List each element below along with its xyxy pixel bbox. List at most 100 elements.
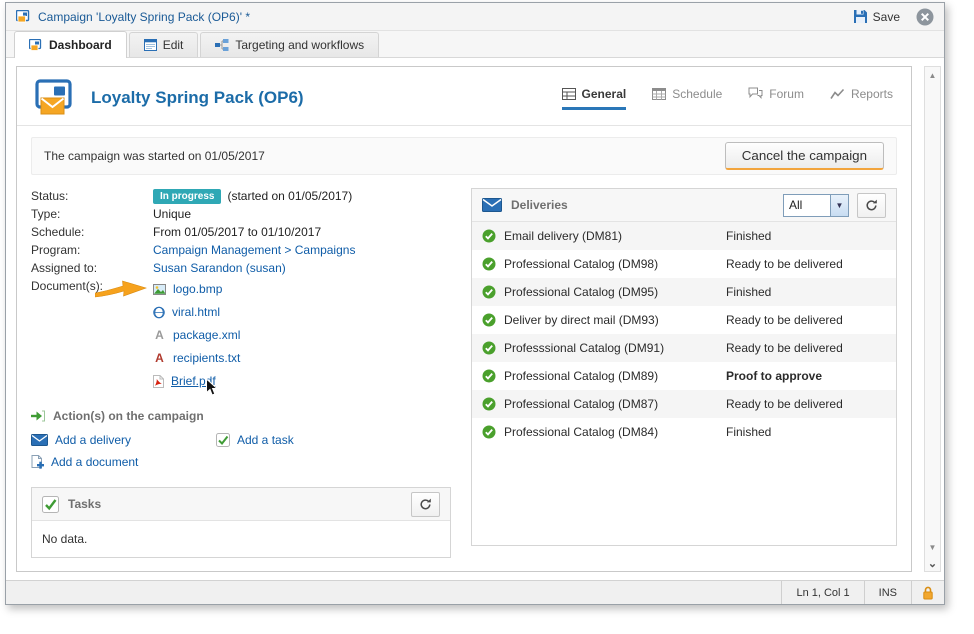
deliveries-title: Deliveries (511, 198, 568, 212)
insert-mode-indicator: INS (864, 581, 911, 604)
title-bar: Campaign 'Loyalty Spring Pack (OP6)' * S… (6, 3, 944, 31)
add-document-link[interactable]: Add a document (31, 455, 216, 469)
actions-title: Action(s) on the campaign (53, 409, 204, 423)
status-row: Status: In progress(started on 01/05/201… (31, 188, 451, 205)
deliveries-refresh-button[interactable] (857, 193, 886, 218)
assigned-link[interactable]: Susan Sarandon (susan) (153, 260, 286, 277)
deliveries-panel: Deliveries All ▼ (471, 188, 897, 546)
delivery-ok-icon (482, 341, 496, 355)
nav-tab-general[interactable]: General (562, 87, 627, 110)
delivery-status: Ready to be delivered (726, 341, 886, 355)
document-link[interactable]: Brief.pdf (171, 373, 216, 390)
actions-links: Add a delivery Add a task Add a document (31, 433, 451, 469)
tasks-panel: Tasks No data. (31, 487, 451, 558)
edit-form-icon (144, 39, 157, 51)
delivery-ok-icon (482, 425, 496, 439)
document-link[interactable]: package.xml (173, 327, 240, 344)
delivery-ok-icon (482, 229, 496, 243)
delivery-row[interactable]: Professional Catalog (DM98) Ready to be … (472, 250, 896, 278)
document-link[interactable]: recipients.txt (173, 350, 240, 367)
vertical-scrollbar[interactable]: ▲ ▼ ⌄ (924, 66, 941, 572)
page-title: Loyalty Spring Pack (OP6) (91, 88, 304, 108)
lock-icon (922, 586, 934, 600)
tab-dashboard[interactable]: Dashboard (14, 31, 127, 58)
nav-reports-label: Reports (851, 87, 893, 101)
delivery-row[interactable]: Professsional Catalog (DM91) Ready to be… (472, 334, 896, 362)
deliveries-envelope-icon (482, 198, 502, 212)
html-file-icon (153, 306, 165, 319)
deliveries-header: Deliveries All ▼ (472, 189, 896, 222)
documents-list: logo.bmp viral.html A package.xml (153, 278, 240, 393)
delivery-name: Professsional Catalog (DM91) (504, 341, 726, 355)
delivery-status: Finished (726, 425, 886, 439)
save-button[interactable]: Save (853, 9, 900, 24)
delivery-status: Ready to be delivered (726, 257, 886, 271)
header-divider (17, 125, 911, 126)
lock-indicator (911, 581, 944, 604)
type-row: Type: Unique (31, 206, 451, 223)
type-label: Type: (31, 206, 153, 223)
add-delivery-link[interactable]: Add a delivery (31, 433, 216, 447)
status-value: In progress(started on 01/05/2017) (153, 188, 352, 205)
document-item: A package.xml (153, 324, 240, 347)
tab-targeting-workflows[interactable]: Targeting and workflows (200, 32, 379, 57)
delivery-row[interactable]: Deliver by direct mail (DM93) Ready to b… (472, 306, 896, 334)
scroll-down-arrow[interactable]: ▼ (925, 539, 940, 555)
dashboard-panel: Loyalty Spring Pack (OP6) General Schedu… (16, 66, 912, 572)
document-plus-icon (31, 455, 44, 469)
schedule-icon (652, 87, 666, 100)
delivery-ok-icon (482, 369, 496, 383)
delivery-name: Professional Catalog (DM98) (504, 257, 726, 271)
delivery-row[interactable]: Professional Catalog (DM87) Ready to be … (472, 390, 896, 418)
document-item: logo.bmp (153, 278, 240, 301)
add-task-link[interactable]: Add a task (216, 433, 401, 447)
filter-selected-value: All (784, 198, 830, 212)
scroll-bottom-chevron-icon[interactable]: ⌄ (925, 555, 940, 571)
delivery-row[interactable]: Professional Catalog (DM84) Finished (472, 418, 896, 446)
delivery-row[interactable]: Professional Catalog (DM95) Finished (472, 278, 896, 306)
tasks-refresh-button[interactable] (411, 492, 440, 517)
cancel-campaign-button[interactable]: Cancel the campaign (725, 142, 884, 170)
delivery-status: Finished (726, 285, 886, 299)
campaign-notice: The campaign was started on 01/05/2017 C… (31, 137, 897, 175)
envelope-icon (31, 434, 48, 446)
tasks-empty-text: No data. (32, 521, 450, 557)
program-label: Program: (31, 242, 153, 259)
reports-icon (830, 88, 845, 100)
nav-schedule-label: Schedule (672, 87, 722, 101)
delivery-row[interactable]: Professional Catalog (DM89) Proof to app… (472, 362, 896, 390)
content-area: Loyalty Spring Pack (OP6) General Schedu… (6, 58, 944, 580)
scroll-up-arrow[interactable]: ▲ (925, 67, 940, 83)
delivery-status: Ready to be delivered (726, 397, 886, 411)
tasks-icon (42, 496, 59, 513)
deliveries-column: Deliveries All ▼ (471, 188, 897, 558)
nav-tab-reports[interactable]: Reports (830, 87, 893, 110)
txt-file-icon: A (153, 350, 166, 367)
actions-section-header: Action(s) on the campaign (31, 409, 451, 423)
document-link[interactable]: viral.html (172, 304, 220, 321)
tab-edit[interactable]: Edit (129, 32, 199, 57)
delivery-status: Finished (726, 229, 886, 243)
document-item: A recipients.txt (153, 347, 240, 370)
program-row: Program: Campaign Management > Campaigns (31, 242, 451, 259)
program-link[interactable]: Campaign Management > Campaigns (153, 242, 355, 259)
delivery-name: Professional Catalog (DM84) (504, 425, 726, 439)
tab-dashboard-label: Dashboard (49, 38, 112, 52)
status-badge: In progress (153, 189, 221, 204)
delivery-status: Proof to approve (726, 369, 886, 383)
window-title: Campaign 'Loyalty Spring Pack (OP6)' * (38, 10, 250, 24)
delivery-ok-icon (482, 285, 496, 299)
nav-tab-forum[interactable]: Forum (748, 87, 804, 110)
campaign-window-icon (16, 10, 31, 23)
tasks-title: Tasks (68, 497, 101, 511)
nav-tab-schedule[interactable]: Schedule (652, 87, 722, 110)
schedule-label: Schedule: (31, 224, 153, 241)
dashboard-columns: Status: In progress(started on 01/05/201… (17, 188, 911, 558)
deliveries-filter-select[interactable]: All ▼ (783, 194, 849, 217)
forum-icon (748, 87, 763, 100)
document-link[interactable]: logo.bmp (173, 281, 222, 298)
delivery-row[interactable]: Email delivery (DM81) Finished (472, 222, 896, 250)
general-icon (562, 88, 576, 100)
schedule-value: From 01/05/2017 to 01/10/2017 (153, 224, 321, 241)
close-button[interactable] (916, 8, 934, 26)
